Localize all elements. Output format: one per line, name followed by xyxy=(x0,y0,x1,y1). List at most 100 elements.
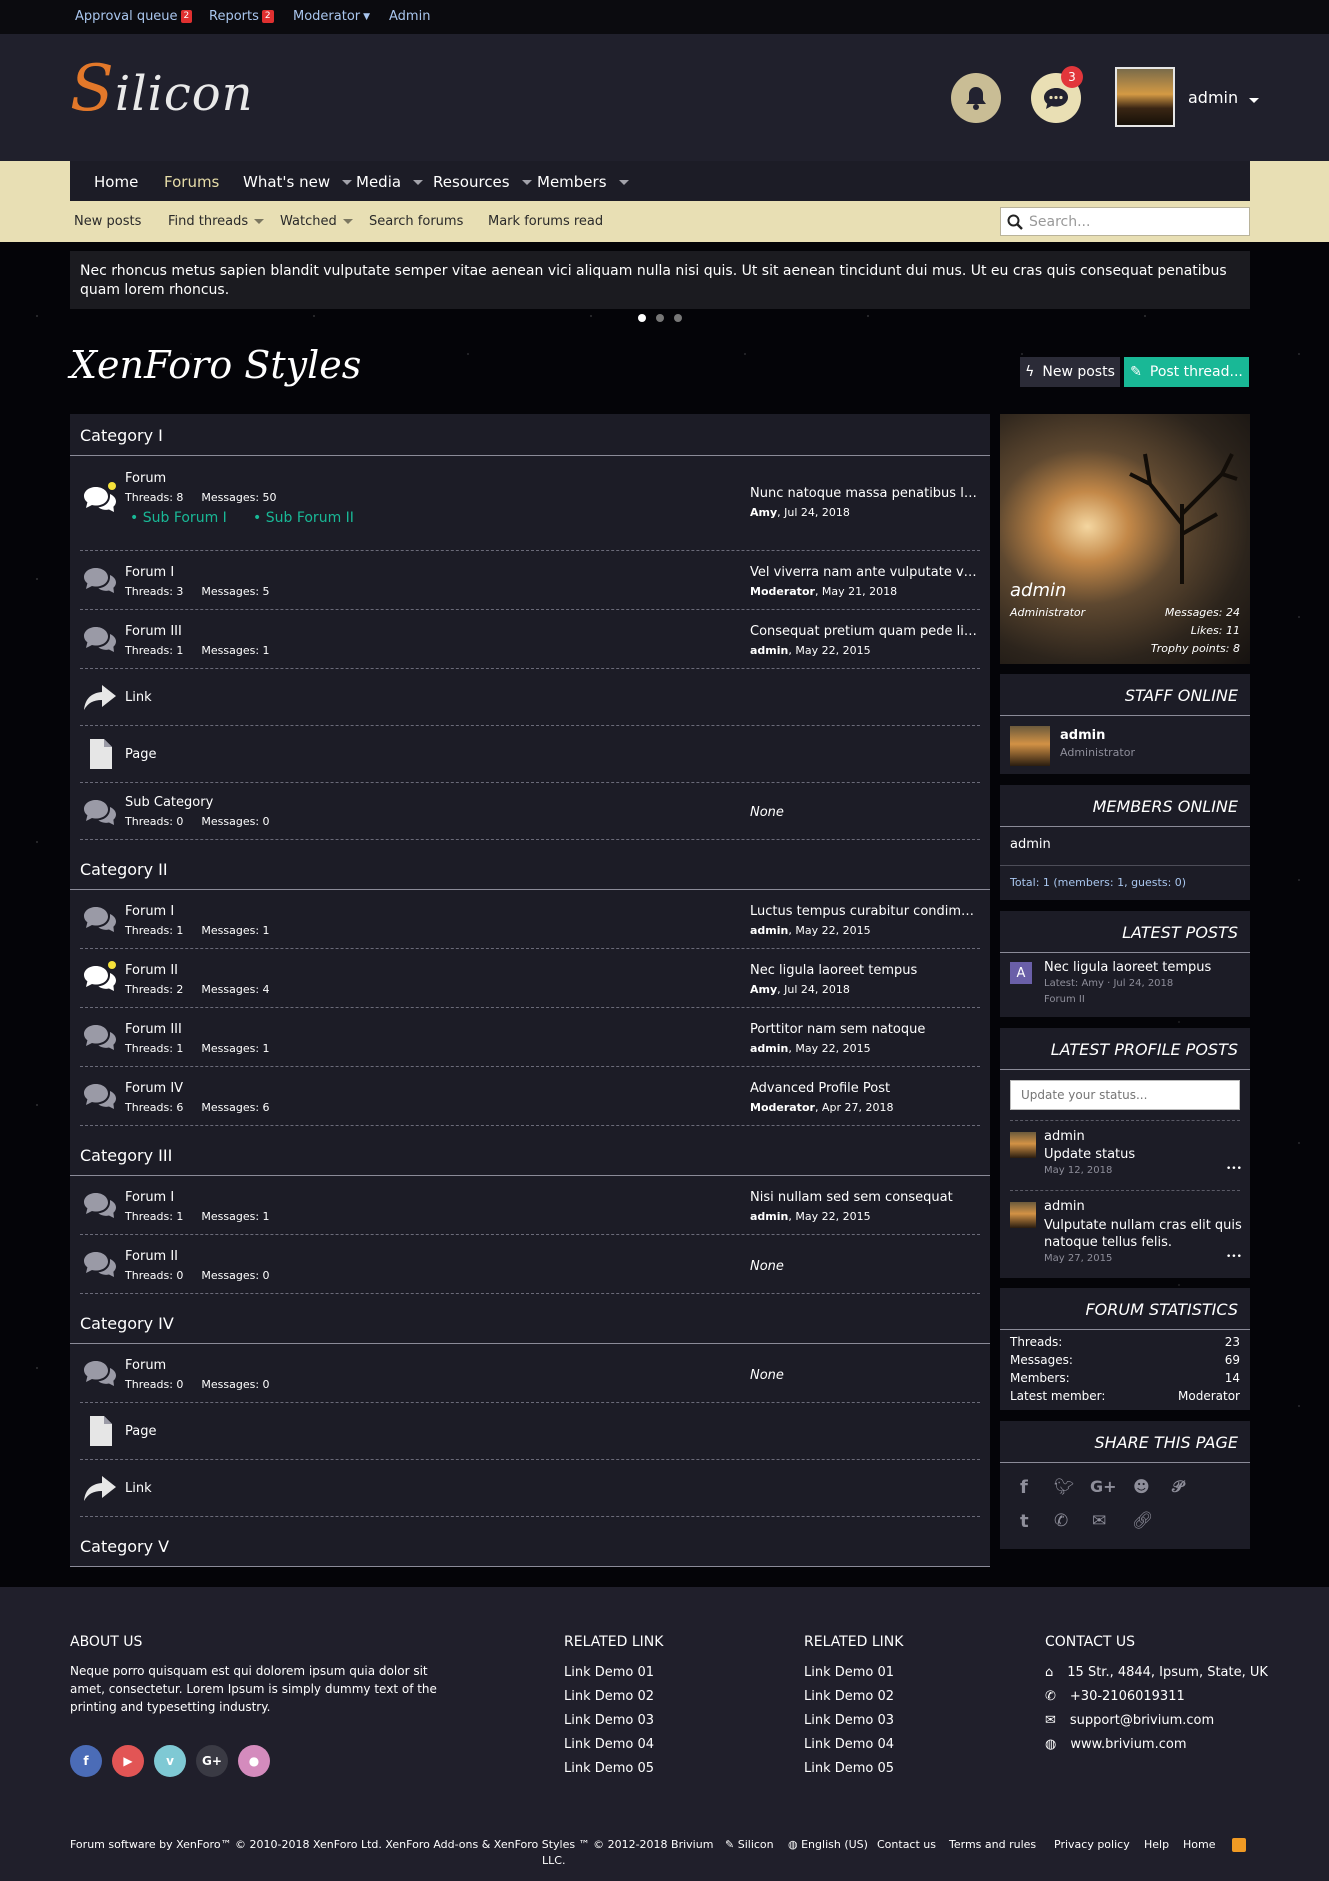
latest-thread-link[interactable]: Nec ligula laoreet tempus xyxy=(750,963,980,978)
alerts-button[interactable] xyxy=(951,73,1001,123)
search-box[interactable]: Search... xyxy=(1000,207,1250,236)
reports-link[interactable]: Reports 2 xyxy=(209,9,274,24)
user-menu[interactable]: admin xyxy=(1188,88,1260,107)
forum-title[interactable]: Forum III xyxy=(125,624,182,639)
tumblr-icon[interactable]: t xyxy=(1020,1511,1029,1532)
staff-avatar[interactable] xyxy=(1010,726,1050,766)
link-icon[interactable]: 🔗︎ xyxy=(1132,1511,1154,1531)
nav-home[interactable]: Home xyxy=(94,173,138,191)
nav-whats-new[interactable]: What's new xyxy=(243,173,353,191)
subnav-find-threads[interactable]: Find threads xyxy=(168,214,265,229)
forum-node[interactable]: Forum III Threads: 1 Messages: 1 Consequa… xyxy=(80,610,980,669)
notice-dot[interactable] xyxy=(674,314,682,322)
reddit-icon[interactable]: ☻ xyxy=(1133,1477,1150,1496)
post-forum[interactable]: Forum II xyxy=(1044,994,1085,1005)
more-icon[interactable]: ••• xyxy=(1226,1164,1242,1174)
footer-link[interactable]: Link Demo 03 xyxy=(564,1713,654,1728)
page-title-link[interactable]: Page xyxy=(125,747,156,762)
forum-node[interactable]: Forum II Threads: 0 Messages: 0 None xyxy=(80,1235,980,1294)
language-chooser[interactable]: ◍ English (US) xyxy=(788,1838,868,1851)
latest-thread-link[interactable]: Advanced Profile Post xyxy=(750,1081,980,1096)
rss-icon[interactable] xyxy=(1232,1838,1246,1852)
site-logo[interactable]: Silicon xyxy=(70,52,254,126)
footer-help-link[interactable]: Help xyxy=(1144,1838,1169,1851)
latest-thread-link[interactable]: Nisi nullam sed sem consequat xyxy=(750,1190,980,1205)
footer-home-link[interactable]: Home xyxy=(1183,1838,1215,1851)
email-icon[interactable]: ✉ xyxy=(1092,1511,1106,1531)
footer-link[interactable]: Link Demo 04 xyxy=(804,1737,894,1752)
facebook-icon[interactable]: f xyxy=(70,1745,102,1777)
category-header[interactable]: Category I xyxy=(70,414,990,456)
forum-node[interactable]: Forum I Threads: 1 Messages: 1 Luctus tem… xyxy=(80,890,980,949)
footer-contact-link[interactable]: Contact us xyxy=(877,1838,936,1851)
category-header[interactable]: Category IV xyxy=(70,1302,990,1344)
contact-email[interactable]: ✉ support@brivium.com xyxy=(1045,1713,1214,1728)
category-header[interactable]: Category III xyxy=(70,1134,990,1176)
online-member[interactable]: admin xyxy=(1010,837,1051,852)
post-title-link[interactable]: Nec ligula laoreet tempus xyxy=(1044,960,1211,975)
category-header[interactable]: Category V xyxy=(70,1525,990,1567)
latest-thread-link[interactable]: Nunc natoque massa penatibus lorem xyxy=(750,486,980,501)
staff-name[interactable]: admin xyxy=(1060,728,1105,743)
notice-dot-active[interactable] xyxy=(638,314,646,322)
profile-name[interactable]: admin xyxy=(1010,580,1066,601)
footer-terms-link[interactable]: Terms and rules xyxy=(949,1838,1036,1851)
forum-node[interactable]: Forum Threads: 0 Messages: 0 None xyxy=(80,1344,980,1403)
forum-title[interactable]: Forum I xyxy=(125,1190,174,1205)
profile-card[interactable]: admin Administrator Messages: 24 Likes: … xyxy=(1000,414,1250,664)
subnav-mark-read[interactable]: Mark forums read xyxy=(488,214,603,229)
poster-avatar[interactable] xyxy=(1010,1202,1036,1228)
google-plus-icon[interactable]: G+ xyxy=(196,1745,228,1777)
admin-link[interactable]: Admin xyxy=(389,9,430,24)
footer-link[interactable]: Link Demo 01 xyxy=(564,1665,654,1680)
forum-node[interactable]: Forum I Threads: 1 Messages: 1 Nisi nulla… xyxy=(80,1176,980,1235)
poster-name[interactable]: admin xyxy=(1044,1199,1085,1214)
forum-title[interactable]: Forum IV xyxy=(125,1081,183,1096)
footer-link[interactable]: Link Demo 05 xyxy=(804,1761,894,1776)
twitter-icon[interactable]: 🐦︎ xyxy=(1054,1477,1074,1496)
latest-thread-link[interactable]: Consequat pretium quam pede libero xyxy=(750,624,980,639)
subforum-link[interactable]: • Sub Forum II xyxy=(253,510,354,526)
link-title[interactable]: Link xyxy=(125,1481,152,1496)
nav-members[interactable]: Members xyxy=(537,173,629,191)
footer-link[interactable]: Link Demo 04 xyxy=(564,1737,654,1752)
subnav-new-posts[interactable]: New posts xyxy=(74,214,141,229)
post-thread-button[interactable]: ✎ Post thread... xyxy=(1124,357,1249,387)
page-node[interactable]: Page xyxy=(80,726,980,783)
subforum-link[interactable]: • Sub Forum I xyxy=(130,510,227,526)
page-node[interactable]: Page xyxy=(80,1403,980,1460)
footer-link[interactable]: Link Demo 02 xyxy=(564,1689,654,1704)
poster-name[interactable]: admin xyxy=(1044,1129,1085,1144)
nav-resources[interactable]: Resources xyxy=(433,173,532,191)
latest-thread-link[interactable]: Luctus tempus curabitur condimentum xyxy=(750,904,980,919)
status-input[interactable] xyxy=(1010,1080,1240,1110)
nav-forums[interactable]: Forums xyxy=(164,173,219,191)
forum-node[interactable]: Forum III Threads: 1 Messages: 1 Porttito… xyxy=(80,1008,980,1067)
forum-title[interactable]: Forum II xyxy=(125,963,178,978)
youtube-icon[interactable]: ▶ xyxy=(112,1745,144,1777)
user-avatar[interactable] xyxy=(1115,67,1175,127)
forum-title[interactable]: Forum xyxy=(125,1358,166,1373)
forum-title[interactable]: Forum I xyxy=(125,565,174,580)
link-node[interactable]: Link xyxy=(80,1460,980,1517)
forum-title[interactable]: Forum xyxy=(125,471,166,486)
forum-node[interactable]: Forum II Threads: 2 Messages: 4 Nec ligul… xyxy=(80,949,980,1008)
facebook-icon[interactable]: f xyxy=(1020,1477,1028,1498)
whatsapp-icon[interactable]: ✆ xyxy=(1054,1511,1068,1531)
vimeo-icon[interactable]: v xyxy=(154,1745,186,1777)
footer-link[interactable]: Link Demo 05 xyxy=(564,1761,654,1776)
forum-title[interactable]: Sub Category xyxy=(125,795,213,810)
forum-title[interactable]: Forum II xyxy=(125,1249,178,1264)
link-node[interactable]: Link xyxy=(80,669,980,726)
footer-link[interactable]: Link Demo 02 xyxy=(804,1689,894,1704)
subnav-watched[interactable]: Watched xyxy=(280,214,353,229)
latest-thread-link[interactable]: Vel viverra nam ante vulputate venenatis xyxy=(750,565,980,580)
google-plus-icon[interactable]: G+ xyxy=(1090,1477,1117,1496)
category-header[interactable]: Category II xyxy=(70,848,990,890)
moderator-menu[interactable]: Moderator ▼ xyxy=(293,9,370,24)
flickr-icon[interactable]: ● xyxy=(238,1745,270,1777)
nav-media[interactable]: Media xyxy=(356,173,424,191)
approval-queue-link[interactable]: Approval queue 2 xyxy=(75,9,193,24)
footer-link[interactable]: Link Demo 01 xyxy=(804,1665,894,1680)
style-chooser[interactable]: ✎ Silicon xyxy=(725,1838,774,1851)
